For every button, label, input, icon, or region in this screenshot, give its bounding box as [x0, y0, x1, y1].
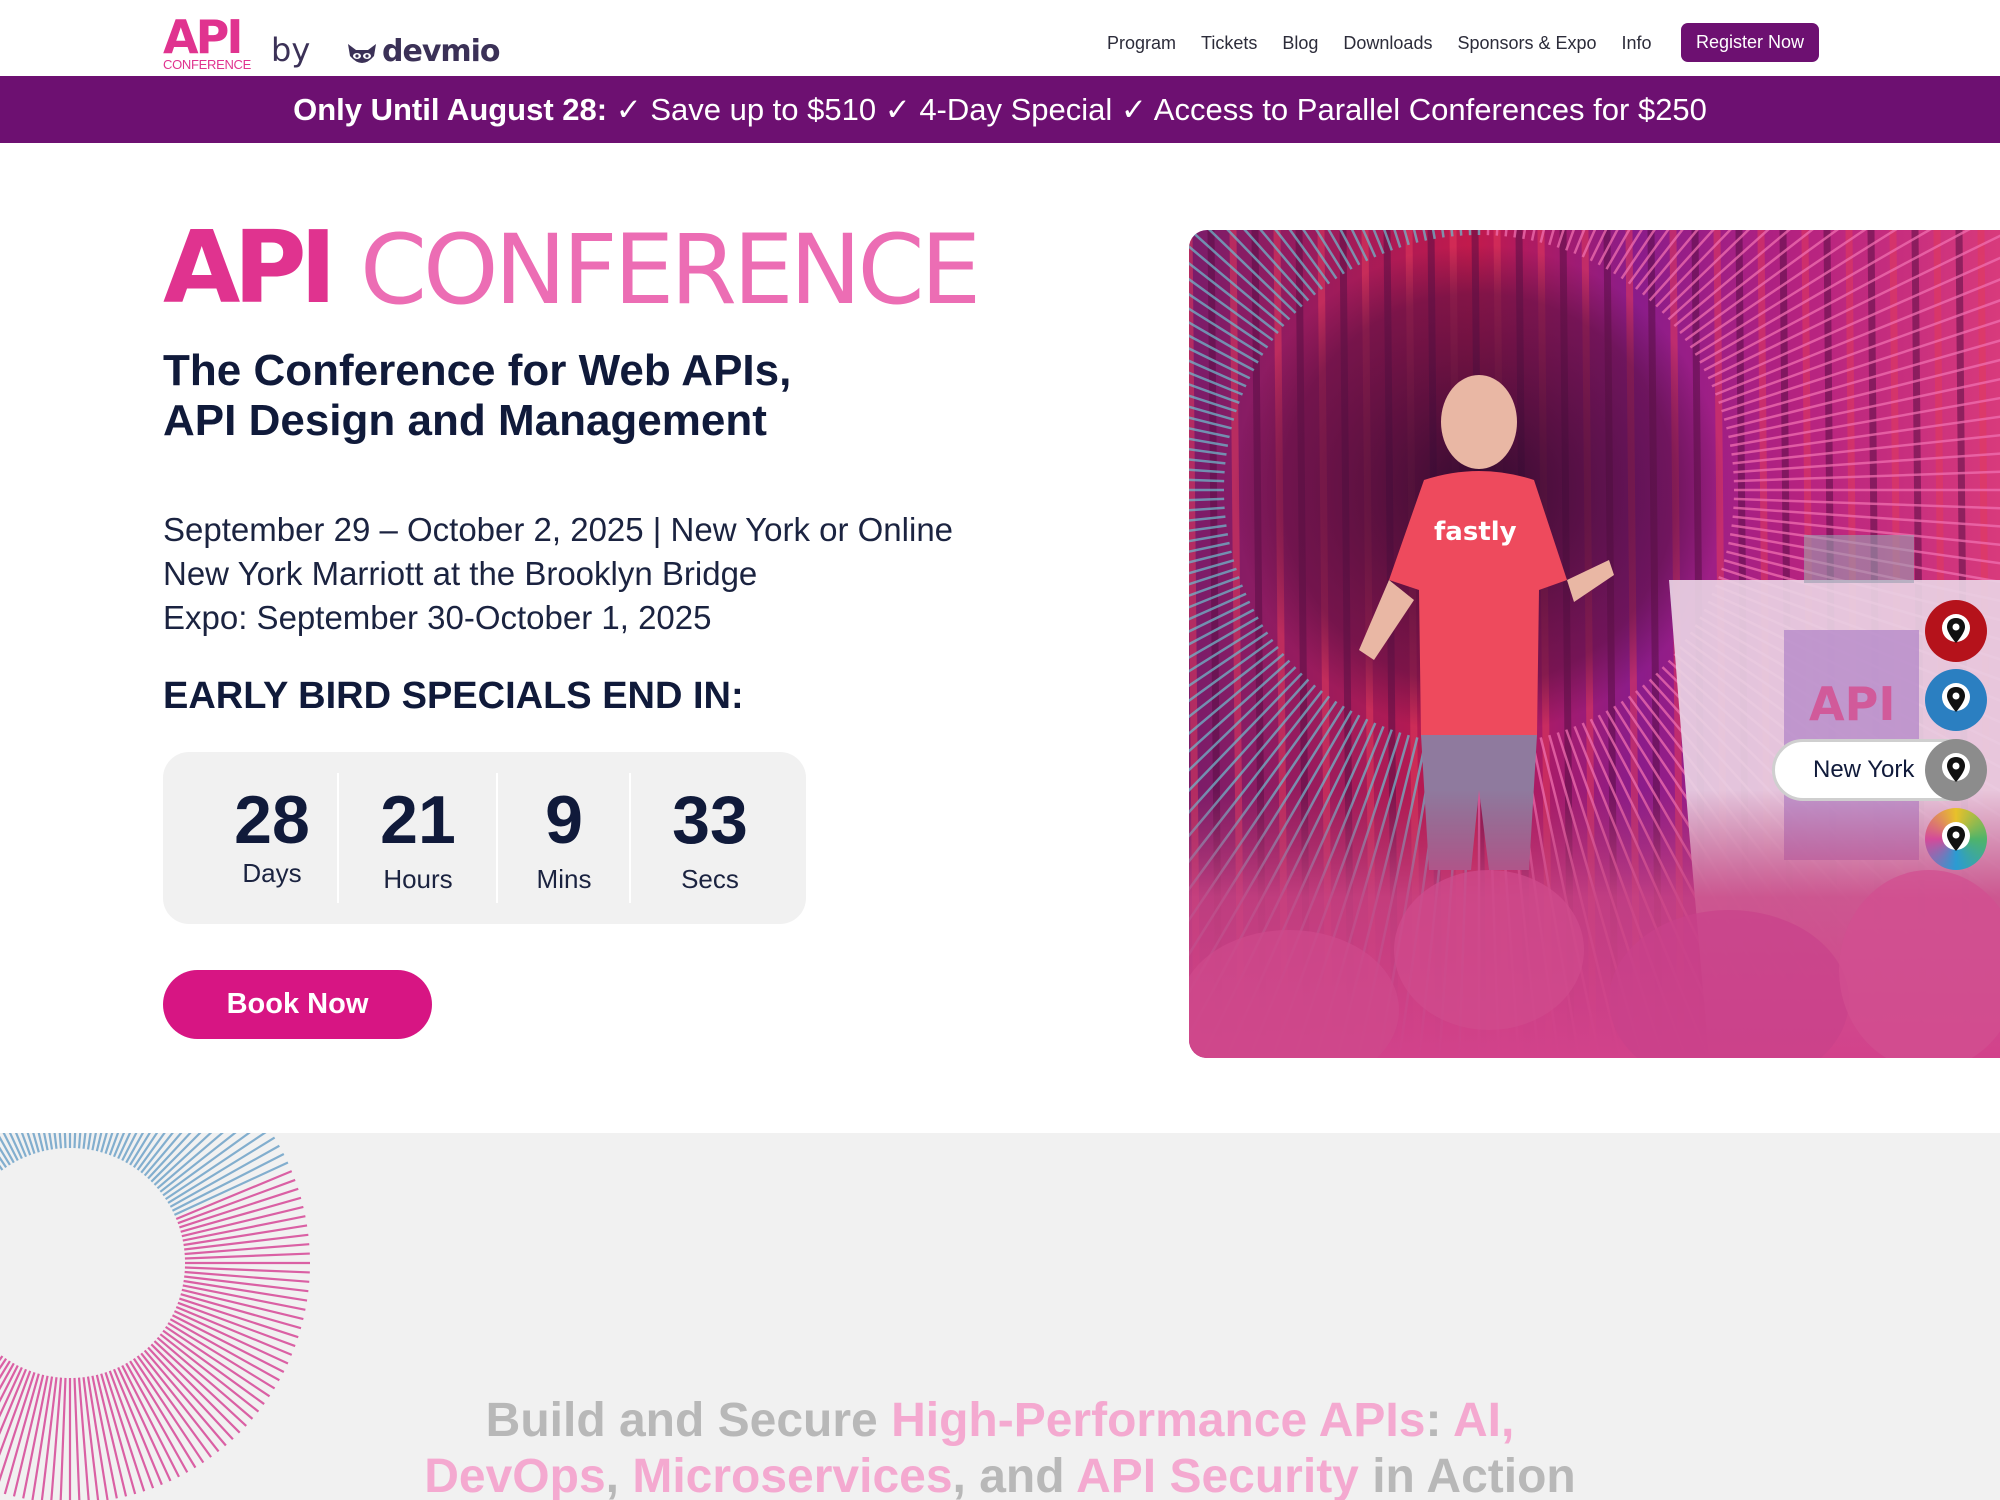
nav-blog[interactable]: Blog — [1282, 30, 1318, 56]
hero-title-line-2: API Design and Management — [163, 396, 767, 445]
countdown-secs: 33 Secs — [631, 752, 789, 924]
nav-program[interactable]: Program — [1107, 30, 1176, 56]
hero-logo: API CONFERENCE — [163, 218, 1013, 321]
event-info: September 29 – October 2, 2025 | New Yor… — [163, 508, 1063, 640]
countdown-mins-value: 9 — [545, 782, 583, 858]
speaker-photo-illustration: API fastly — [1189, 230, 2000, 1058]
intro-part-10: in Action — [1358, 1450, 1576, 1500]
banner-items: ✓ Save up to $510 ✓ 4-Day Special ✓ Acce… — [615, 92, 1707, 127]
banner-lead: Only Until August 28: — [293, 92, 608, 127]
main-menu: Program Tickets Blog Downloads Sponsors … — [1107, 30, 1677, 56]
countdown-secs-value: 33 — [672, 782, 748, 858]
countdown-secs-label: Secs — [681, 864, 739, 894]
location-button-2[interactable] — [1925, 669, 1987, 731]
countdown-days: 28 Days — [181, 752, 363, 924]
location-button-new-york[interactable] — [1925, 739, 1987, 801]
location-pin-icon — [1942, 753, 1970, 782]
raccoon-icon — [348, 44, 376, 63]
intro-part-6: , — [605, 1450, 633, 1500]
location-button-1[interactable] — [1925, 600, 1987, 662]
speaker-shirt-text: fastly — [1434, 517, 1517, 547]
hero-title-line-1: The Conference for Web APIs, — [163, 346, 792, 395]
api-conference-logo[interactable]: API CONFERENCE by devmio — [163, 10, 501, 72]
promo-banner[interactable]: Only Until August 28: ✓ Save up to $510 … — [0, 76, 2000, 143]
intro-highlight-devops: DevOps — [424, 1450, 606, 1500]
countdown-days-label: Days — [242, 858, 302, 888]
nav-sponsors-expo[interactable]: Sponsors & Expo — [1457, 30, 1596, 56]
logo-devmio-text: devmio — [382, 34, 501, 69]
hero-title: The Conference for Web APIs, API Design … — [163, 346, 1063, 446]
intro-part-1: Build and Secure — [485, 1394, 892, 1447]
intro-headline: Build and Secure High-Performance APIs: … — [0, 1393, 2000, 1500]
logo-by-text: by — [271, 31, 311, 69]
hero-speaker-photo: API fastly — [1189, 230, 2000, 1058]
hero-logo-api: API — [163, 209, 337, 326]
intro-part-8: , and — [952, 1450, 1077, 1500]
intro-highlight-microservices: Microservices — [632, 1450, 953, 1500]
book-now-button[interactable]: Book Now — [163, 970, 432, 1039]
intro-highlight-ai: AI, — [1452, 1394, 1515, 1447]
countdown-days-value: 28 — [234, 782, 310, 858]
location-pin-icon — [1942, 683, 1970, 712]
intro-part-3: : — [1425, 1394, 1453, 1447]
countdown-timer: 28 Days 21 Hours 9 Mins 33 Secs — [163, 752, 806, 924]
countdown-mins: 9 Mins — [498, 752, 630, 924]
nav-tickets[interactable]: Tickets — [1201, 30, 1257, 56]
countdown-hours-value: 21 — [380, 782, 456, 858]
intro-highlight-security: API Security — [1076, 1450, 1359, 1500]
nav-downloads[interactable]: Downloads — [1343, 30, 1432, 56]
register-now-button[interactable]: Register Now — [1681, 23, 1819, 62]
top-navigation: API CONFERENCE by devmio Program Tickets… — [0, 0, 2000, 76]
event-dates: September 29 – October 2, 2025 | New Yor… — [163, 511, 954, 548]
location-pin-icon — [1942, 614, 1970, 643]
intro-section: Build and Secure High-Performance APIs: … — [0, 1133, 2000, 1500]
logo-conference-text: CONFERENCE — [163, 57, 252, 72]
logo-api-text: API — [163, 10, 243, 64]
intro-highlight-apis: High-Performance APIs — [891, 1394, 1426, 1447]
countdown-mins-label: Mins — [536, 864, 592, 894]
countdown-hours-label: Hours — [383, 864, 453, 894]
location-pin-icon — [1942, 822, 1970, 851]
early-bird-label: EARLY BIRD SPECIALS END IN: — [163, 675, 744, 717]
nav-info[interactable]: Info — [1622, 30, 1652, 56]
podium-logo-text: API — [1809, 677, 1895, 731]
location-button-4[interactable] — [1925, 808, 1987, 870]
countdown-hours: 21 Hours — [339, 752, 497, 924]
hero-logo-conference: CONFERENCE — [360, 214, 981, 326]
event-expo-dates: Expo: September 30-October 1, 2025 — [163, 599, 712, 636]
event-venue: New York Marriott at the Brooklyn Bridge — [163, 555, 758, 592]
